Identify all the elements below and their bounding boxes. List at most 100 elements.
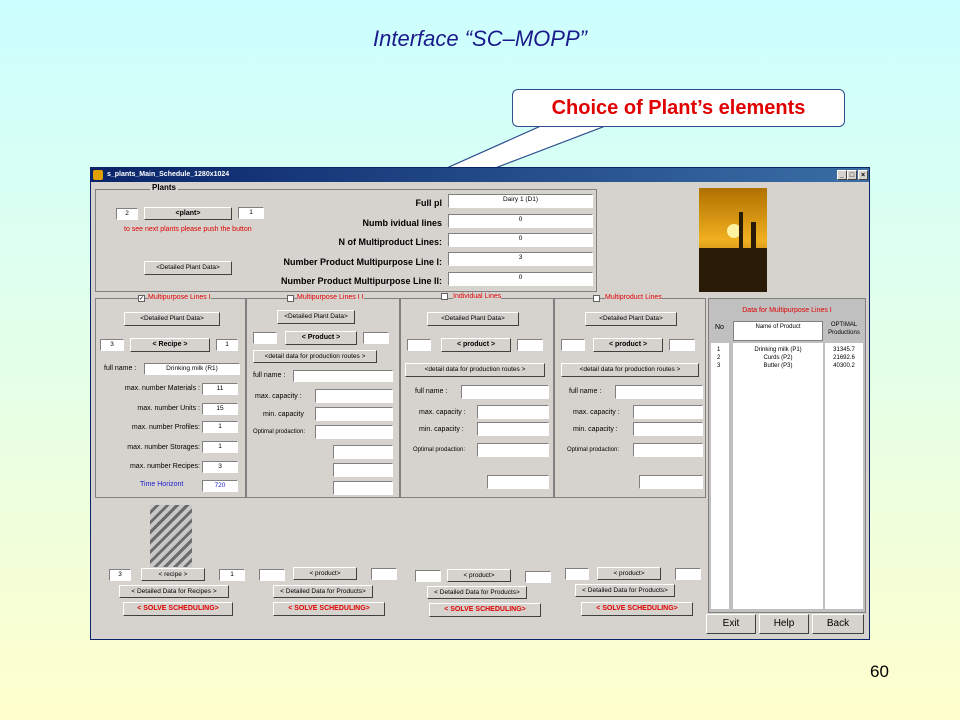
full-name-field[interactable]: Drinking milk (R1) <box>144 363 240 375</box>
line3-detailed-plant-data-button[interactable]: <Detailed Plant Data> <box>427 312 519 326</box>
line2-full-name-label: full name : <box>253 372 286 379</box>
max-profiles-label: max. number Profiles: <box>131 424 200 431</box>
bottom-recipe-number-field[interactable]: 3 <box>109 569 131 581</box>
row1-optimal: 31345.7 <box>833 347 855 353</box>
individual-lines-field[interactable]: 0 <box>448 214 593 228</box>
max-profiles-field[interactable]: 1 <box>202 421 238 433</box>
recipe-number-field[interactable]: 3 <box>100 339 124 351</box>
line2-left-field[interactable] <box>253 332 277 344</box>
line3-right-field[interactable] <box>517 339 543 351</box>
bottom-product2-left-field[interactable] <box>259 569 285 581</box>
time-horizon-field[interactable]: 720 <box>202 480 238 492</box>
line2-max-capacity-field[interactable] <box>315 389 393 403</box>
bottom-recipe-count-field[interactable]: 1 <box>219 569 245 581</box>
bottom-product3-button[interactable]: < product> <box>447 569 511 582</box>
recipe-button[interactable]: < Recipe > <box>130 338 210 352</box>
multipurpose-lines-2-checkbox[interactable] <box>287 295 294 302</box>
line4-min-capacity-field[interactable] <box>633 422 703 436</box>
product-button[interactable]: < Product > <box>285 331 357 345</box>
line3-optimal-label: Optimal prodaction: <box>413 447 466 453</box>
line2-right-field[interactable] <box>363 332 389 344</box>
bottom-product3-right-field[interactable] <box>525 571 551 583</box>
line4-right-field[interactable] <box>669 339 695 351</box>
line3-product-button[interactable]: < product > <box>441 338 511 352</box>
line2-optimal-field[interactable] <box>315 425 393 439</box>
line2-full-name-field[interactable] <box>293 370 393 382</box>
bottom-product4-button[interactable]: < product> <box>597 567 661 580</box>
close-button[interactable]: × <box>858 170 868 180</box>
max-recipes-field[interactable]: 3 <box>202 461 238 473</box>
multiproduct-lines-title: Multiproduct Lines <box>605 294 662 301</box>
line2-max-capacity-label: max. capacity : <box>255 393 302 400</box>
max-units-field[interactable]: 15 <box>202 403 238 415</box>
data-panel: Data for Multipurpose Lines I No Name of… <box>708 298 866 613</box>
line4-product-button[interactable]: < product > <box>593 338 663 352</box>
solve-scheduling-button-2[interactable]: < SOLVE SCHEDULING> <box>273 602 385 616</box>
slide-number: 60 <box>870 662 889 681</box>
exit-button[interactable]: Exit <box>706 614 756 634</box>
line3-extra-field[interactable] <box>487 475 549 489</box>
line2-routes-button[interactable]: <detail data for production routes > <box>253 350 377 363</box>
max-storages-field[interactable]: 1 <box>202 441 238 453</box>
detailed-data-products-button-4[interactable]: < Detailed Data for Products> <box>575 584 675 597</box>
mp-line2-field[interactable]: 0 <box>448 272 593 286</box>
refinery-image <box>699 188 767 292</box>
line3-routes-button[interactable]: <detail data for production routes > <box>405 363 545 377</box>
line2-detailed-plant-data-button[interactable]: <Detailed Plant Data> <box>277 310 355 324</box>
bottom-recipe-button[interactable]: < recipe > <box>141 568 205 581</box>
solve-scheduling-button-4[interactable]: < SOLVE SCHEDULING> <box>581 602 693 616</box>
back-button[interactable]: Back <box>812 614 864 634</box>
line2-extra-field-2[interactable] <box>333 463 393 477</box>
line1-detailed-plant-data-button[interactable]: <Detailed Plant Data> <box>124 312 220 326</box>
detailed-data-products-button-2[interactable]: < Detailed Data for Products> <box>273 585 373 598</box>
row3-optimal: 40300.2 <box>833 363 855 369</box>
mp-line1-field[interactable]: 3 <box>448 252 593 266</box>
bottom-product3-left-field[interactable] <box>415 570 441 582</box>
line4-max-capacity-field[interactable] <box>633 405 703 419</box>
line3-max-capacity-field[interactable] <box>477 405 549 419</box>
line3-full-name-field[interactable] <box>461 385 549 399</box>
multiproduct-lines-field[interactable]: 0 <box>448 233 593 247</box>
callout-label: Choice of Plant’s elements <box>512 89 845 127</box>
line4-optimal-field[interactable] <box>633 443 703 457</box>
help-button[interactable]: Help <box>759 614 809 634</box>
full-plant-field[interactable]: Dairy 1 (D1) <box>448 194 593 208</box>
solve-scheduling-button-3[interactable]: < SOLVE SCHEDULING> <box>429 603 541 617</box>
bottom-product4-right-field[interactable] <box>675 568 701 580</box>
maximize-button[interactable]: □ <box>847 170 857 180</box>
multipurpose-lines-1-checkbox[interactable]: ✓ <box>138 295 145 302</box>
line4-routes-button[interactable]: <detail data for production routes > <box>561 363 699 377</box>
row2-name: Curds (P2) <box>763 355 793 361</box>
detailed-plant-data-button[interactable]: <Detailed Plant Data> <box>144 261 232 275</box>
plants-hint: to see next plants please push the butto… <box>124 226 252 233</box>
multiproduct-lines-checkbox[interactable] <box>593 295 600 302</box>
line3-optimal-field[interactable] <box>477 443 549 457</box>
plant-number-field[interactable]: 2 <box>116 208 138 220</box>
line3-min-capacity-label: min. capacity : <box>419 426 464 433</box>
line4-full-name-field[interactable] <box>615 385 703 399</box>
max-materials-field[interactable]: 11 <box>202 383 238 395</box>
line3-min-capacity-field[interactable] <box>477 422 549 436</box>
detailed-data-products-button-3[interactable]: < Detailed Data for Products> <box>427 586 527 599</box>
bottom-product2-right-field[interactable] <box>371 568 397 580</box>
line2-extra-field-3[interactable] <box>333 481 393 495</box>
recipe-count-field[interactable]: 1 <box>216 339 238 351</box>
line4-extra-field[interactable] <box>639 475 703 489</box>
individual-lines-checkbox[interactable] <box>441 293 448 300</box>
multipurpose-lines-1-title: Multipurpose Lines I <box>148 294 211 301</box>
detailed-data-recipes-button[interactable]: < Detailed Data for Recipes > <box>119 585 229 598</box>
minimize-button[interactable]: _ <box>837 170 847 180</box>
line2-extra-field-1[interactable] <box>333 445 393 459</box>
line2-min-capacity-field[interactable] <box>315 407 393 421</box>
line3-max-capacity-label: max. capacity : <box>419 409 466 416</box>
line4-left-field[interactable] <box>561 339 585 351</box>
plant-button[interactable]: <plant> <box>144 207 232 220</box>
bottom-product2-button[interactable]: < product> <box>293 567 357 580</box>
line4-detailed-plant-data-button[interactable]: <Detailed Plant Data> <box>585 312 677 326</box>
plants-group: Plants 2 <plant> 1 to see next plants pl… <box>95 183 597 292</box>
line2-optimal-label: Optimal prodaction: <box>253 429 306 435</box>
col-optimal-list <box>825 343 863 609</box>
bottom-product4-left-field[interactable] <box>565 568 589 580</box>
solve-scheduling-button-1[interactable]: < SOLVE SCHEDULING> <box>123 602 233 616</box>
line3-left-field[interactable] <box>407 339 431 351</box>
